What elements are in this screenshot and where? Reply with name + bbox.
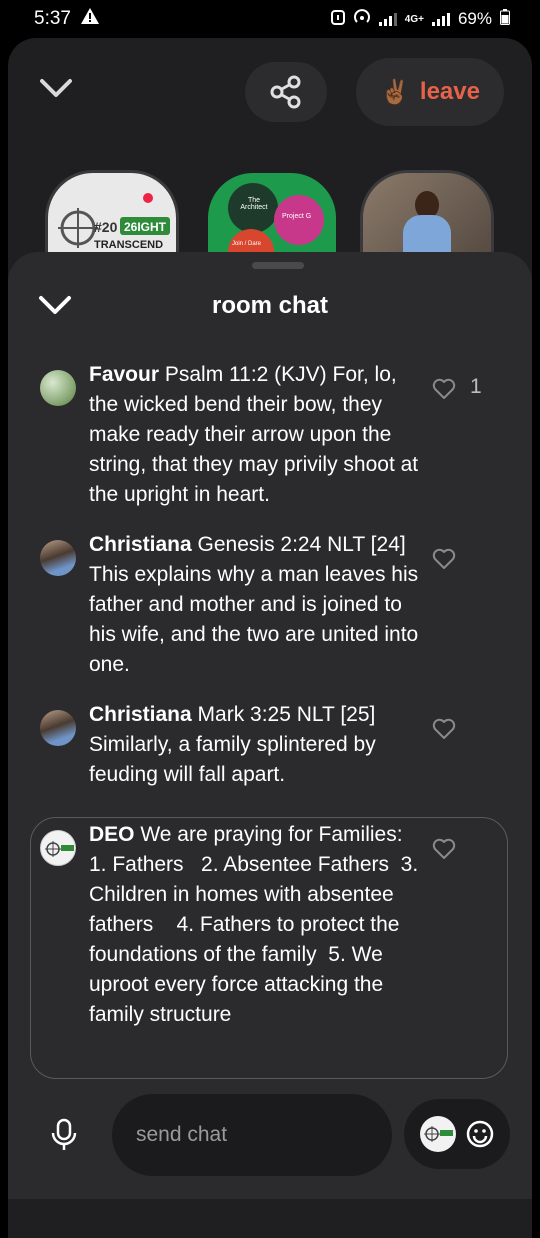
smiley-icon	[466, 1120, 494, 1148]
avatar[interactable]	[420, 1116, 456, 1152]
message-body: Christiana Mark 3:25 NLT [25] Similarly,…	[89, 700, 429, 790]
avatar[interactable]	[40, 830, 76, 866]
heart-icon	[432, 378, 456, 399]
heart-icon	[432, 718, 456, 739]
speaker-1-logo-word: TRANSCEND	[94, 239, 164, 251]
message-text: We are praying for Families: 1. Fathers …	[89, 823, 425, 1026]
like-button[interactable]	[432, 378, 456, 405]
crosshair-logo-icon	[424, 1126, 453, 1142]
status-right: 4G+ 69%	[330, 8, 510, 30]
speaker-1-logo-hash: #20	[94, 219, 118, 235]
collapse-room-button[interactable]	[38, 76, 76, 106]
message-author[interactable]: DEO	[89, 823, 135, 846]
like-button[interactable]	[432, 718, 456, 745]
message-author[interactable]: Christiana	[89, 533, 192, 556]
heart-icon	[432, 838, 456, 859]
hotspot-icon	[353, 8, 371, 30]
speaker-2-label-b: Project G	[282, 213, 312, 220]
avatar[interactable]	[40, 370, 76, 406]
chat-input-placeholder: send chat	[136, 1123, 228, 1146]
share-button[interactable]	[245, 62, 327, 122]
speaker-2-label-a: The Architect	[240, 197, 268, 211]
microphone-icon	[51, 1118, 77, 1150]
status-left: 5:37	[34, 8, 99, 30]
like-button[interactable]	[432, 548, 456, 575]
leave-label: leave	[419, 78, 480, 105]
heart-icon	[432, 548, 456, 569]
message-author[interactable]: Favour	[89, 363, 159, 386]
avatar[interactable]	[40, 710, 76, 746]
emoji-button[interactable]	[466, 1120, 494, 1148]
signal-icon	[378, 12, 397, 26]
microphone-button[interactable]	[50, 1118, 80, 1152]
drag-handle[interactable]	[252, 262, 304, 269]
speaker-2-label-c: Join / Dare	[232, 241, 262, 247]
peace-hand-emoji: ✌🏾	[380, 78, 410, 106]
status-bar: 5:37 4G+ 69%	[0, 0, 540, 38]
message-body: Favour Psalm 11:2 (KJV) For, lo, the wic…	[89, 360, 429, 510]
signal-icon-2	[431, 12, 450, 26]
status-time: 5:37	[34, 8, 71, 29]
speaker-1-logo-code: 26IGHT	[124, 220, 167, 234]
network-label: 4G+	[404, 13, 424, 25]
share-icon	[270, 75, 301, 109]
message-body: DEO We are praying for Families: 1. Fath…	[89, 820, 429, 1030]
chat-input[interactable]: send chat	[112, 1094, 392, 1176]
battery-level: 69%	[457, 9, 492, 28]
alarm-icon	[330, 9, 345, 30]
speaker-2-circle-b	[274, 195, 324, 245]
battery-icon	[500, 8, 510, 30]
message-author[interactable]: Christiana	[89, 703, 192, 726]
warning-icon	[80, 8, 99, 30]
leave-button[interactable]: ✌🏾 leave	[356, 58, 504, 126]
avatar[interactable]	[40, 540, 76, 576]
chat-title: room chat	[211, 292, 328, 319]
reaction-tray	[404, 1099, 510, 1169]
message-body: Christiana Genesis 2:24 NLT [24] This ex…	[89, 530, 429, 680]
like-count: 1	[470, 375, 482, 398]
chat-sheet: room chat Favour Psalm 11:2 (KJV) For, l…	[8, 252, 532, 1199]
chevron-down-icon	[40, 79, 72, 97]
like-button[interactable]	[432, 838, 456, 865]
